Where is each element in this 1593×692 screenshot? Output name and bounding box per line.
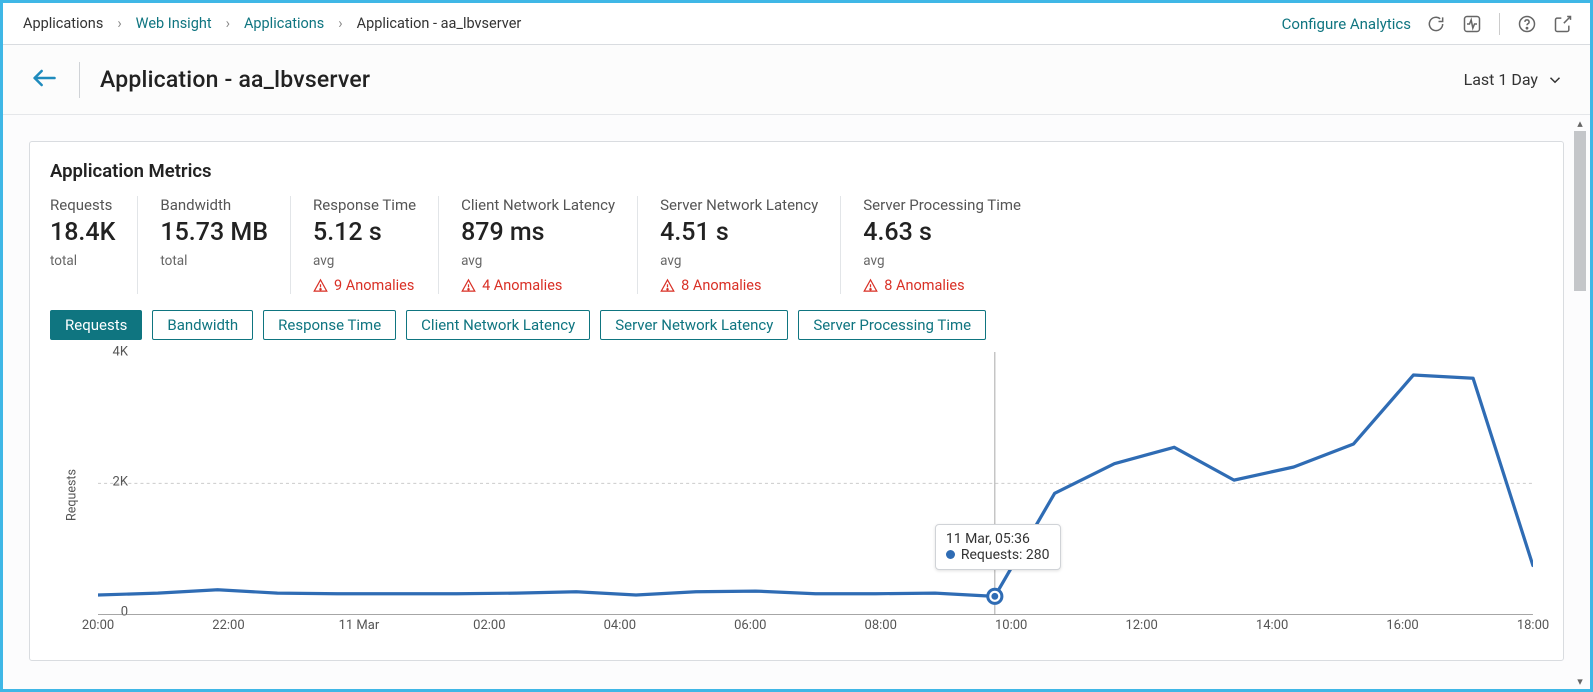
metric-value: 18.4K (50, 218, 115, 247)
warning-icon (660, 278, 675, 293)
x-ticks: 20:0022:0011 Mar02:0004:0006:0008:0010:0… (98, 618, 1533, 638)
chevron-right-icon: › (117, 15, 121, 32)
breadcrumb-bar: Applications › Web Insight › Application… (3, 3, 1590, 45)
tooltip-series: Requests: 280 (961, 547, 1050, 563)
scroll-thumb[interactable] (1574, 131, 1586, 291)
x-tick: 10:00 (995, 618, 1027, 633)
metric-server-network-latency: Server Network Latency 4.51 s avg 8 Anom… (638, 196, 841, 294)
scroll-track[interactable] (1572, 131, 1588, 673)
time-range-select[interactable]: Last 1 Day (1464, 70, 1564, 89)
x-tick: 16:00 (1386, 618, 1418, 633)
metric-label: Client Network Latency (461, 196, 615, 214)
metric-bandwidth: Bandwidth 15.73 MB total (138, 196, 291, 294)
metric-anomaly[interactable]: 8 Anomalies (863, 277, 1021, 294)
metric-sub: total (50, 253, 115, 269)
chevron-down-icon (1546, 71, 1564, 89)
tab-requests[interactable]: Requests (50, 310, 142, 340)
x-tick: 11 Mar (339, 618, 380, 633)
chart-canvas[interactable] (98, 352, 1533, 615)
configure-analytics-link[interactable]: Configure Analytics (1282, 15, 1411, 33)
chart: Requests 02K4K 20:0022:0011 Mar02:0004:0… (50, 352, 1543, 638)
panel-area: Application Metrics Requests 18.4K total… (3, 115, 1590, 689)
open-external-icon[interactable] (1552, 13, 1574, 35)
tooltip-dot-icon (946, 550, 955, 559)
chevron-right-icon: › (226, 15, 230, 32)
x-tick: 08:00 (865, 618, 897, 633)
crumb-1[interactable]: Web Insight (136, 15, 212, 32)
metric-label: Server Processing Time (863, 196, 1021, 214)
metrics-row: Requests 18.4K total Bandwidth 15.73 MB … (50, 196, 1543, 294)
divider (79, 62, 80, 98)
warning-icon (863, 278, 878, 293)
tab-bandwidth[interactable]: Bandwidth (152, 310, 253, 340)
tab-server-network-latency[interactable]: Server Network Latency (600, 310, 788, 340)
tab-server-processing-time[interactable]: Server Processing Time (798, 310, 986, 340)
metric-anomaly[interactable]: 4 Anomalies (461, 277, 615, 294)
x-tick: 02:00 (473, 618, 505, 633)
activity-icon[interactable] (1461, 13, 1483, 35)
metric-value: 5.12 s (313, 218, 416, 247)
metric-sub: avg (863, 253, 1021, 269)
x-tick: 04:00 (604, 618, 636, 633)
help-icon[interactable] (1516, 13, 1538, 35)
metric-value: 4.51 s (660, 218, 818, 247)
top-bar-actions: Configure Analytics (1282, 13, 1574, 35)
metric-label: Bandwidth (160, 196, 268, 214)
metric-requests: Requests 18.4K total (50, 196, 138, 294)
crumb-2[interactable]: Applications (244, 15, 324, 32)
metric-sub: avg (313, 253, 416, 269)
metric-sub: avg (461, 253, 615, 269)
metric-value: 879 ms (461, 218, 615, 247)
metric-sub: total (160, 253, 268, 269)
page-title: Application - aa_lbvserver (100, 66, 370, 93)
card-title: Application Metrics (50, 160, 1543, 182)
refresh-icon[interactable] (1425, 13, 1447, 35)
metric-value: 4.63 s (863, 218, 1021, 247)
title-row: Application - aa_lbvserver Last 1 Day (3, 45, 1590, 115)
metric-anomaly[interactable]: 9 Anomalies (313, 277, 416, 294)
divider (1499, 13, 1500, 35)
metrics-card: Application Metrics Requests 18.4K total… (29, 141, 1564, 661)
tooltip-time: 11 Mar, 05:36 (946, 531, 1050, 547)
breadcrumbs: Applications › Web Insight › Application… (23, 15, 521, 32)
chart-tooltip: 11 Mar, 05:36 Requests: 280 (935, 524, 1061, 570)
metric-response-time: Response Time 5.12 s avg 9 Anomalies (291, 196, 439, 294)
tab-response-time[interactable]: Response Time (263, 310, 396, 340)
scroll-up-icon[interactable]: ▴ (1572, 115, 1588, 131)
metric-sub: avg (660, 253, 818, 269)
metric-label: Requests (50, 196, 115, 214)
chevron-right-icon: › (338, 15, 342, 32)
vertical-scrollbar[interactable]: ▴ ▾ (1572, 115, 1588, 689)
metric-label: Response Time (313, 196, 416, 214)
scroll-down-icon[interactable]: ▾ (1572, 673, 1588, 689)
time-range-label: Last 1 Day (1464, 70, 1538, 89)
metric-anomaly[interactable]: 8 Anomalies (660, 277, 818, 294)
chart-tabs: Requests Bandwidth Response Time Client Net… (50, 310, 1543, 340)
x-tick: 18:00 (1517, 618, 1549, 633)
back-button[interactable] (29, 64, 59, 96)
x-tick: 22:00 (212, 618, 244, 633)
metric-server-processing-time: Server Processing Time 4.63 s avg 8 Anom… (841, 196, 1043, 294)
warning-icon (461, 278, 476, 293)
crumb-0[interactable]: Applications (23, 15, 103, 32)
warning-icon (313, 278, 328, 293)
x-tick: 20:00 (82, 618, 114, 633)
x-tick: 12:00 (1125, 618, 1157, 633)
metric-client-network-latency: Client Network Latency 879 ms avg 4 Anom… (439, 196, 638, 294)
crumb-3: Application - aa_lbvserver (357, 15, 522, 32)
x-tick: 06:00 (734, 618, 766, 633)
x-tick: 14:00 (1256, 618, 1288, 633)
metric-value: 15.73 MB (160, 218, 268, 247)
tab-client-network-latency[interactable]: Client Network Latency (406, 310, 590, 340)
metric-label: Server Network Latency (660, 196, 818, 214)
